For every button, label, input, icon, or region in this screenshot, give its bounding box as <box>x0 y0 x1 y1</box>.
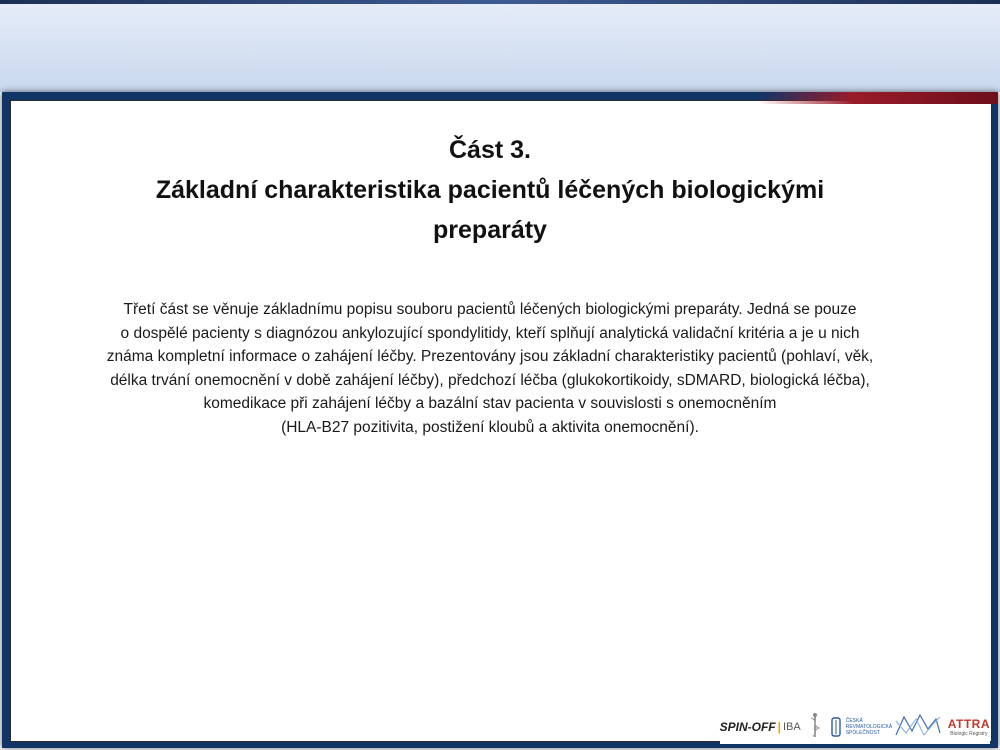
title-line: Část 3. <box>449 136 531 164</box>
cezka-label: ČESKÁ REVMATOLOGICKÁ SPOLEČNOST <box>845 718 893 736</box>
body-line: známa kompletní informace o zahájení léč… <box>106 348 874 366</box>
slide-title: Část 3. Základní charakteristika pacient… <box>40 130 940 250</box>
body-line: komedikace při zahájení léčby a bazální … <box>203 395 777 413</box>
logo-spinoff-icon: SPIN-OFF | IBA <box>720 720 801 734</box>
title-line: preparáty <box>433 216 547 244</box>
iba-label: IBA <box>782 721 801 733</box>
network-icon <box>894 711 942 744</box>
caduceus-icon <box>807 712 823 743</box>
slide-body-text: Třetí část se věnuje základnímu popisu s… <box>45 298 935 440</box>
header-band <box>0 0 1000 92</box>
spinoff-label: SPIN-OFF <box>719 720 776 734</box>
attra-subtitle: Biologic Registry <box>950 731 988 737</box>
footer-logos: SPIN-OFF | IBA ČESKÁ REVMATOLOGICKÁ SPOL… <box>719 710 990 744</box>
body-line: Třetí část se věnuje základnímu popisu s… <box>123 301 857 318</box>
title-line: Základní charakteristika pacientů léčený… <box>155 176 825 204</box>
separator-icon: | <box>777 720 781 734</box>
body-line: (HLA-B27 pozitivita, postižení kloubů a … <box>281 418 699 436</box>
logo-attra-icon: ATTRA Biologic Registry <box>948 717 990 737</box>
body-line: o dospělé pacienty s diagnózou ankylozuj… <box>120 324 860 342</box>
logo-cezka-icon: ČESKÁ REVMATOLOGICKÁ SPOLEČNOST <box>829 716 893 738</box>
body-line: délka trvání onemocnění v době zahájení … <box>110 371 870 389</box>
attra-label: ATTRA <box>947 717 990 731</box>
